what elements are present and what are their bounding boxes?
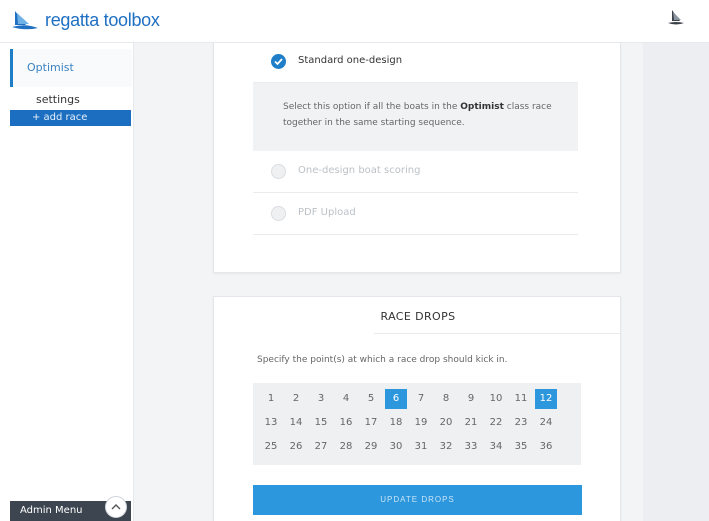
drop-number-16[interactable]: 16 bbox=[335, 413, 357, 433]
drop-number-1[interactable]: 1 bbox=[260, 389, 282, 409]
drop-number-12[interactable]: 12 bbox=[535, 389, 557, 409]
drop-number-27[interactable]: 27 bbox=[310, 437, 332, 457]
drop-number-24[interactable]: 24 bbox=[535, 413, 557, 433]
drop-number-26[interactable]: 26 bbox=[285, 437, 307, 457]
drop-number-15[interactable]: 15 bbox=[310, 413, 332, 433]
drop-number-grid: 1 2 3 4 5 6 7 8 9 10 11 12 13 14 15 16 17 18 19 20 21 22 23 24 2… bbox=[253, 383, 581, 465]
radio-icon bbox=[271, 206, 286, 221]
sailboat-icon[interactable] bbox=[667, 9, 685, 27]
race-drops-title: RACE DROPS bbox=[380, 310, 456, 323]
radio-icon bbox=[271, 164, 286, 179]
drop-number-21[interactable]: 21 bbox=[460, 413, 482, 433]
drop-number-13[interactable]: 13 bbox=[260, 413, 282, 433]
race-drops-instruction: Specify the point(s) at which a race dro… bbox=[257, 355, 508, 365]
drop-number-29[interactable]: 29 bbox=[360, 437, 382, 457]
drop-number-22[interactable]: 22 bbox=[485, 413, 507, 433]
drop-number-10[interactable]: 10 bbox=[485, 389, 507, 409]
drop-number-20[interactable]: 20 bbox=[435, 413, 457, 433]
drop-number-4[interactable]: 4 bbox=[335, 389, 357, 409]
class-name-bold: Optimist bbox=[460, 102, 504, 112]
add-race-button[interactable]: + add race bbox=[10, 110, 131, 126]
option-label: One-design boat scoring bbox=[298, 165, 421, 176]
option-standard-one-design[interactable]: Standard one-design bbox=[253, 43, 578, 83]
class-name: Optimist bbox=[27, 61, 74, 74]
option-label: Standard one-design bbox=[298, 55, 403, 66]
brand[interactable]: regatta toolbox bbox=[11, 9, 160, 31]
drop-number-36[interactable]: 36 bbox=[535, 437, 557, 457]
drop-number-8[interactable]: 8 bbox=[435, 389, 457, 409]
drop-number-9[interactable]: 9 bbox=[460, 389, 482, 409]
app-title: regatta toolbox bbox=[45, 9, 160, 30]
drop-number-7[interactable]: 7 bbox=[410, 389, 432, 409]
sailboat-logo-icon bbox=[12, 11, 38, 30]
drop-number-35[interactable]: 35 bbox=[510, 437, 532, 457]
divider bbox=[374, 333, 620, 334]
drop-number-28[interactable]: 28 bbox=[335, 437, 357, 457]
drop-number-5[interactable]: 5 bbox=[360, 389, 382, 409]
chevron-up-icon[interactable] bbox=[105, 496, 127, 518]
option-label: PDF Upload bbox=[298, 207, 356, 218]
drop-number-33[interactable]: 33 bbox=[460, 437, 482, 457]
option-description: Select this option if all the boats in t… bbox=[253, 83, 578, 151]
right-gutter bbox=[643, 43, 709, 521]
option-one-design-boat-scoring[interactable]: One-design boat scoring bbox=[253, 153, 578, 193]
drop-number-6[interactable]: 6 bbox=[385, 389, 407, 409]
sidebar: Optimist settings + add race Admin Menu bbox=[0, 43, 134, 521]
drop-number-3[interactable]: 3 bbox=[310, 389, 332, 409]
race-drops-card: RACE DROPS Specify the point(s) at which… bbox=[213, 296, 621, 521]
drop-number-34[interactable]: 34 bbox=[485, 437, 507, 457]
drop-number-18[interactable]: 18 bbox=[385, 413, 407, 433]
drop-number-32[interactable]: 32 bbox=[435, 437, 457, 457]
checkmark-icon bbox=[271, 54, 286, 69]
drop-number-14[interactable]: 14 bbox=[285, 413, 307, 433]
scoring-card: Standard one-design Select this option i… bbox=[213, 43, 621, 273]
drop-number-30[interactable]: 30 bbox=[385, 437, 407, 457]
description-text: Select this option if all the boats in t… bbox=[283, 102, 552, 128]
drop-number-2[interactable]: 2 bbox=[285, 389, 307, 409]
drop-number-11[interactable]: 11 bbox=[510, 389, 532, 409]
drop-number-17[interactable]: 17 bbox=[360, 413, 382, 433]
drop-number-31[interactable]: 31 bbox=[410, 437, 432, 457]
top-bar: regatta toolbox bbox=[0, 0, 709, 43]
drop-number-25[interactable]: 25 bbox=[260, 437, 282, 457]
sidebar-item-class[interactable]: Optimist bbox=[10, 49, 132, 87]
update-drops-button[interactable]: UPDATE DROPS bbox=[253, 485, 582, 515]
settings-link[interactable]: settings bbox=[36, 93, 80, 106]
drop-number-23[interactable]: 23 bbox=[510, 413, 532, 433]
drop-number-19[interactable]: 19 bbox=[410, 413, 432, 433]
option-pdf-upload[interactable]: PDF Upload bbox=[253, 195, 578, 235]
